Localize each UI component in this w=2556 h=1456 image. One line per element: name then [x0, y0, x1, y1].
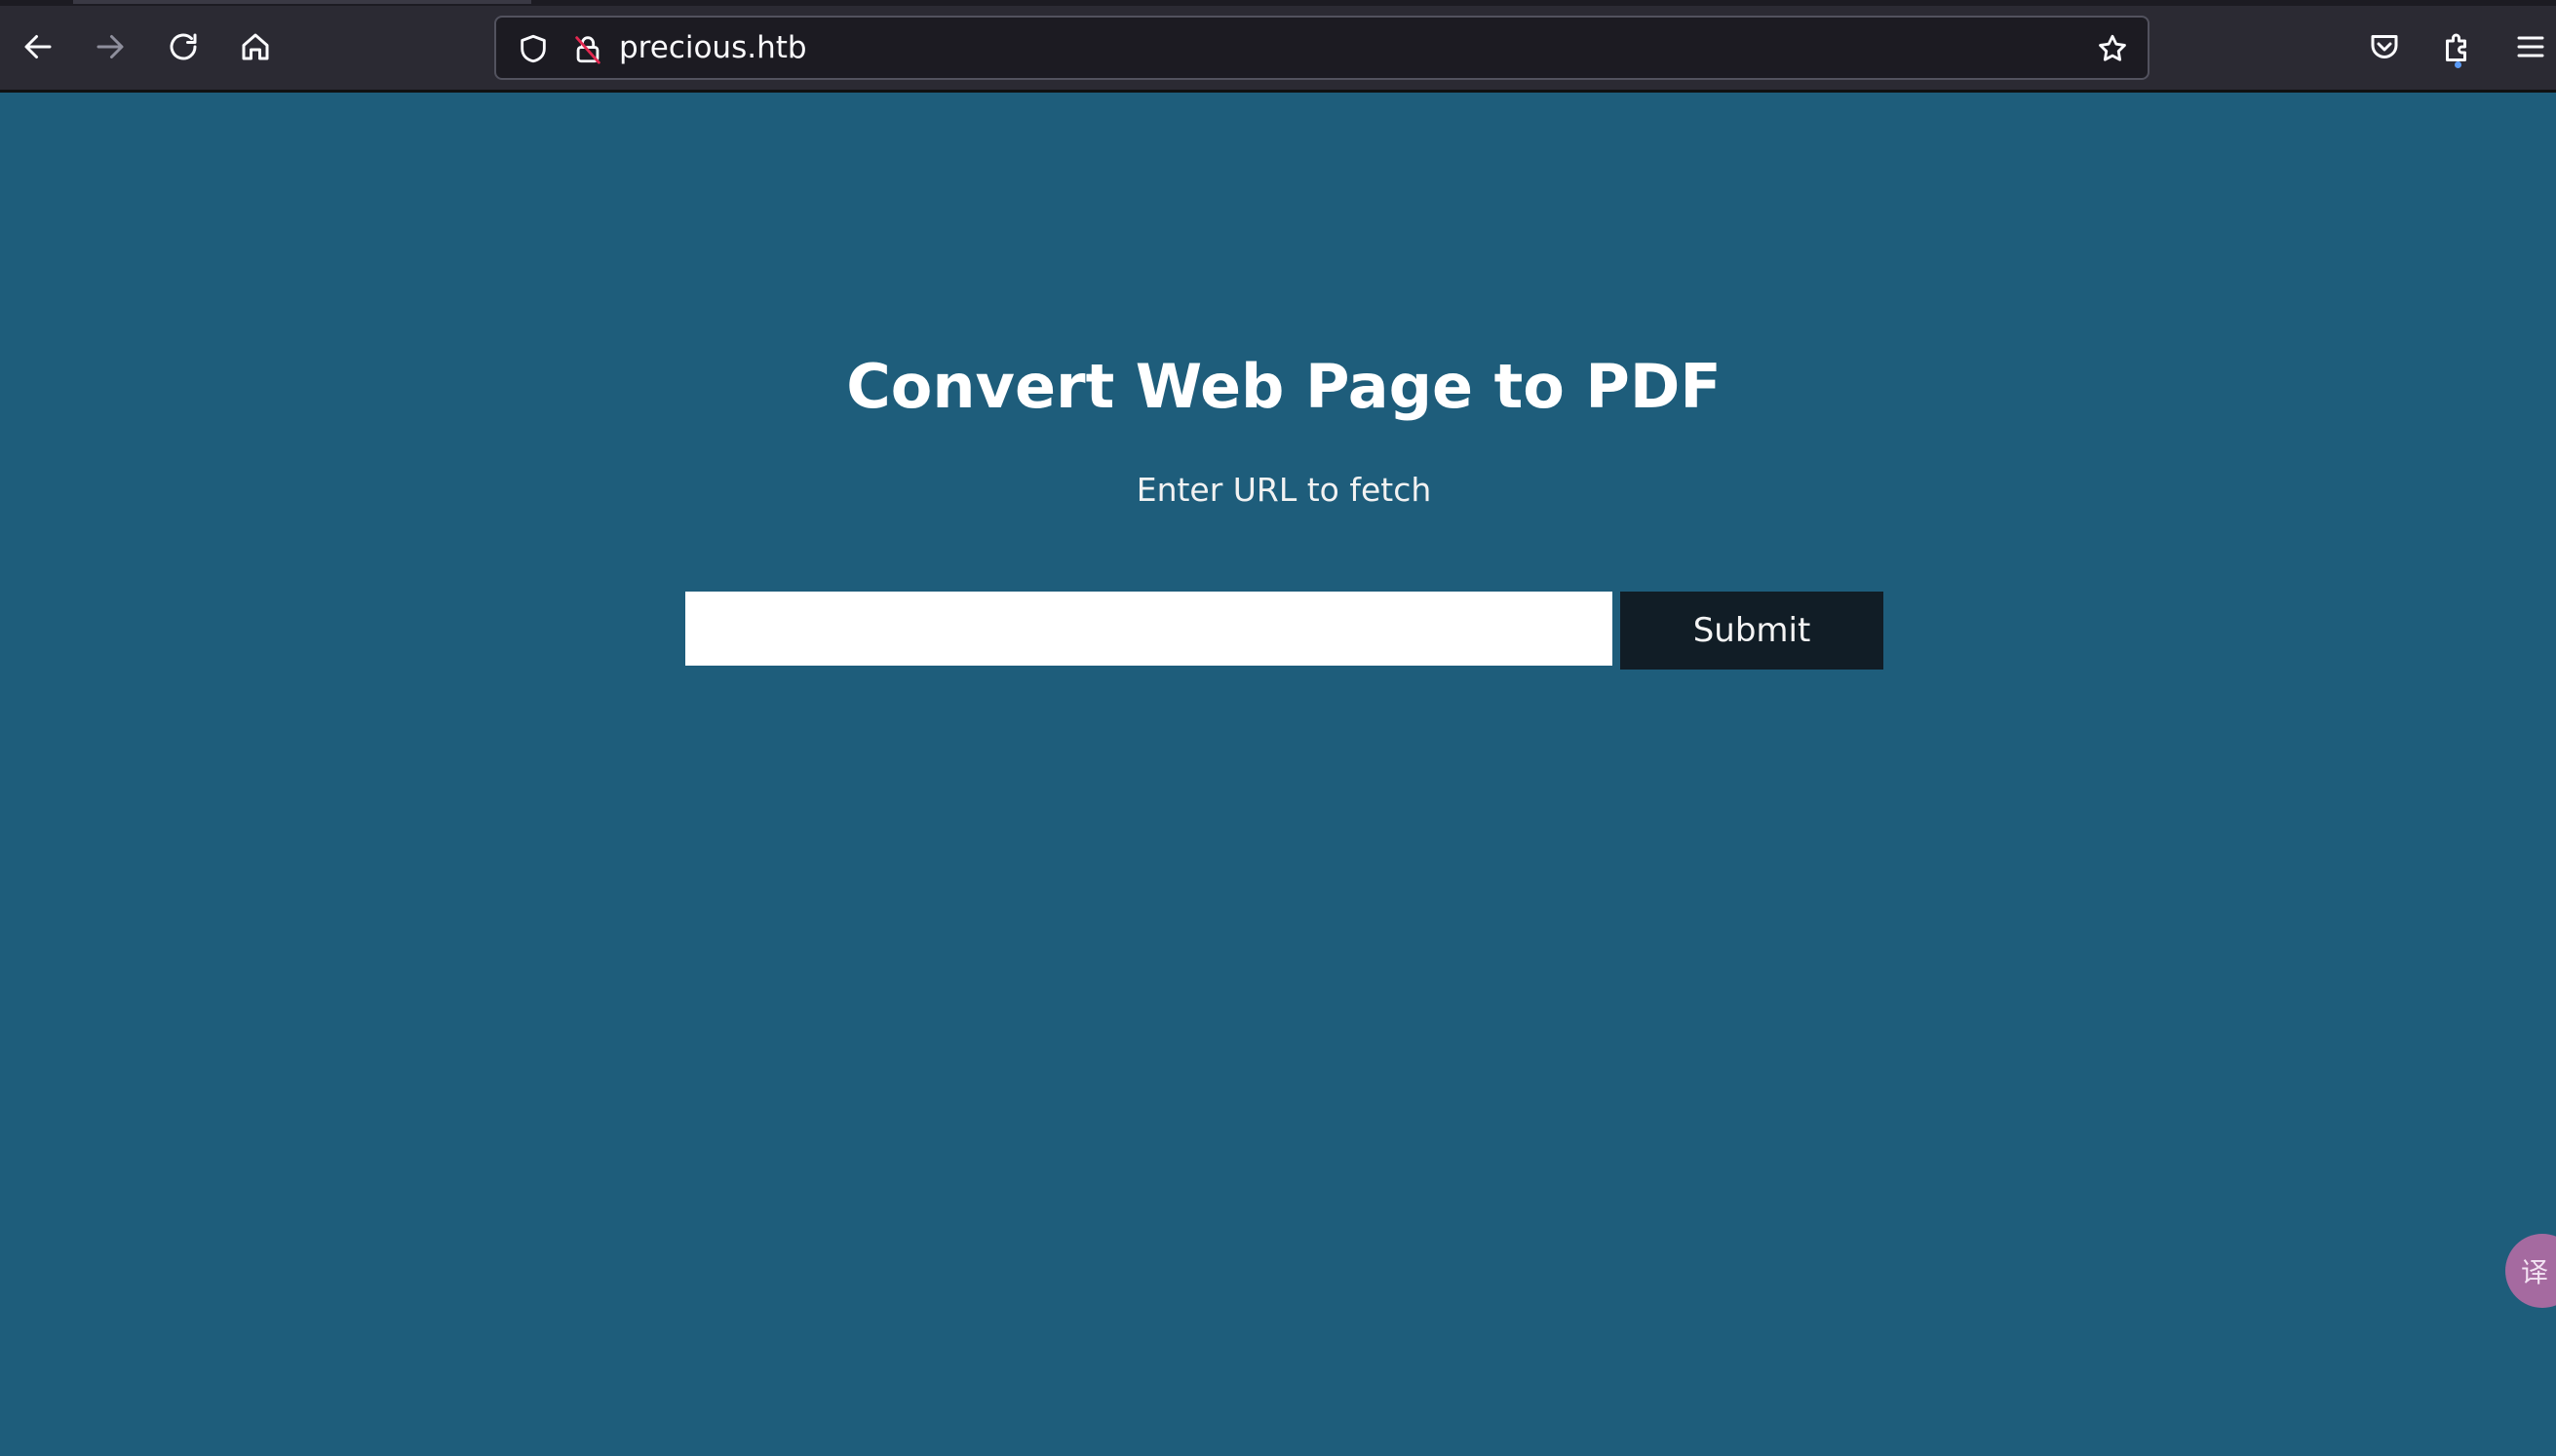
app-menu-button[interactable]: [2501, 18, 2556, 76]
submit-button[interactable]: Submit: [1620, 592, 1883, 670]
page-title: Convert Web Page to PDF: [846, 351, 1722, 422]
bookmark-button[interactable]: [2093, 29, 2132, 68]
site-info-button[interactable]: [568, 29, 607, 68]
translate-icon: 译: [2521, 1256, 2549, 1288]
reload-button[interactable]: [154, 18, 213, 76]
back-button[interactable]: [9, 18, 67, 76]
extensions-button[interactable]: [2428, 18, 2487, 76]
hamburger-menu-icon: [2517, 36, 2544, 57]
puzzle-icon: [2446, 33, 2466, 61]
forward-button[interactable]: [81, 18, 139, 76]
shield-icon: [521, 34, 546, 63]
arrow-right-icon: [97, 35, 124, 58]
home-icon: [242, 33, 269, 60]
translate-widget[interactable]: 译: [2505, 1234, 2556, 1308]
tracking-protection-button[interactable]: [514, 29, 553, 68]
url-text[interactable]: precious.htb: [619, 18, 807, 78]
insecure-lock-icon: [575, 36, 600, 64]
active-tab-edge[interactable]: [73, 0, 531, 4]
url-bar[interactable]: precious.htb: [494, 16, 2149, 80]
arrow-left-icon: [24, 35, 52, 58]
page-subtitle: Enter URL to fetch: [1136, 471, 1432, 509]
url-input[interactable]: [685, 592, 1612, 666]
browser-toolbar: precious.htb: [0, 6, 2556, 93]
pocket-button[interactable]: [2355, 18, 2414, 76]
star-icon: [2099, 34, 2126, 61]
extensions-notification-dot: [2455, 61, 2461, 68]
home-button[interactable]: [226, 18, 285, 76]
pocket-icon: [2371, 35, 2398, 58]
page-content: Convert Web Page to PDF Enter URL to fet…: [0, 93, 2556, 1456]
reload-icon: [170, 33, 197, 60]
